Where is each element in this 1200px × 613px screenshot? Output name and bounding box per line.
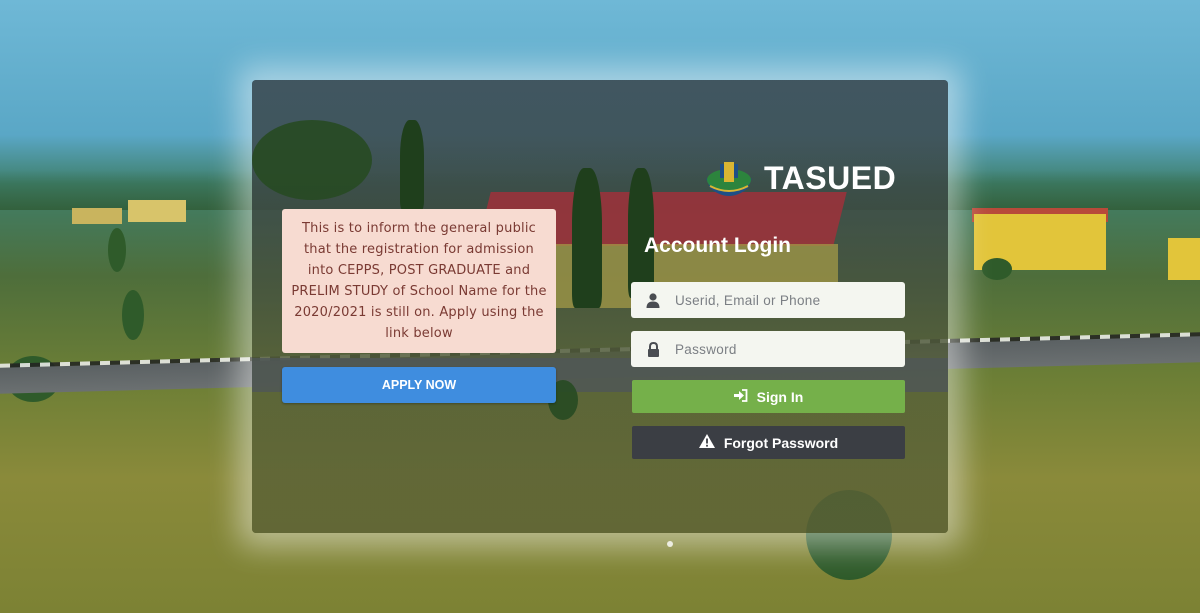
password-field[interactable] <box>631 331 905 367</box>
card-background-tree <box>400 120 424 210</box>
background-building <box>72 208 122 224</box>
sign-in-button[interactable]: Sign In <box>632 380 905 413</box>
brand-name: TASUED <box>764 160 897 196</box>
card-background-tree <box>252 120 372 200</box>
userid-input[interactable] <box>675 292 895 308</box>
background-tree <box>982 258 1012 280</box>
login-title: Account Login <box>644 234 791 257</box>
user-icon <box>631 292 675 308</box>
forgot-password-button[interactable]: Forgot Password <box>632 426 905 459</box>
background-building <box>128 200 186 222</box>
login-card: This is to inform the general public tha… <box>252 80 948 533</box>
slide-indicator-dot[interactable] <box>667 541 673 547</box>
forgot-password-label: Forgot Password <box>723 434 839 451</box>
card-background-tree <box>572 168 602 308</box>
background-tree <box>122 290 144 340</box>
apply-now-label: APPLY NOW <box>381 378 457 392</box>
background-building <box>1168 238 1200 280</box>
admission-notice-text: This is to inform the general public tha… <box>291 221 547 341</box>
sign-in-icon <box>733 388 748 405</box>
sign-in-label: Sign In <box>756 388 804 405</box>
admission-notice: This is to inform the general public tha… <box>282 209 556 353</box>
password-input[interactable] <box>675 341 895 357</box>
userid-field[interactable] <box>631 282 905 318</box>
lock-icon <box>631 341 675 357</box>
card-background-tree <box>628 168 654 298</box>
apply-now-button[interactable]: APPLY NOW <box>282 367 556 403</box>
warning-icon <box>698 434 715 451</box>
university-crest-icon <box>702 158 756 200</box>
background-tree <box>108 228 126 272</box>
